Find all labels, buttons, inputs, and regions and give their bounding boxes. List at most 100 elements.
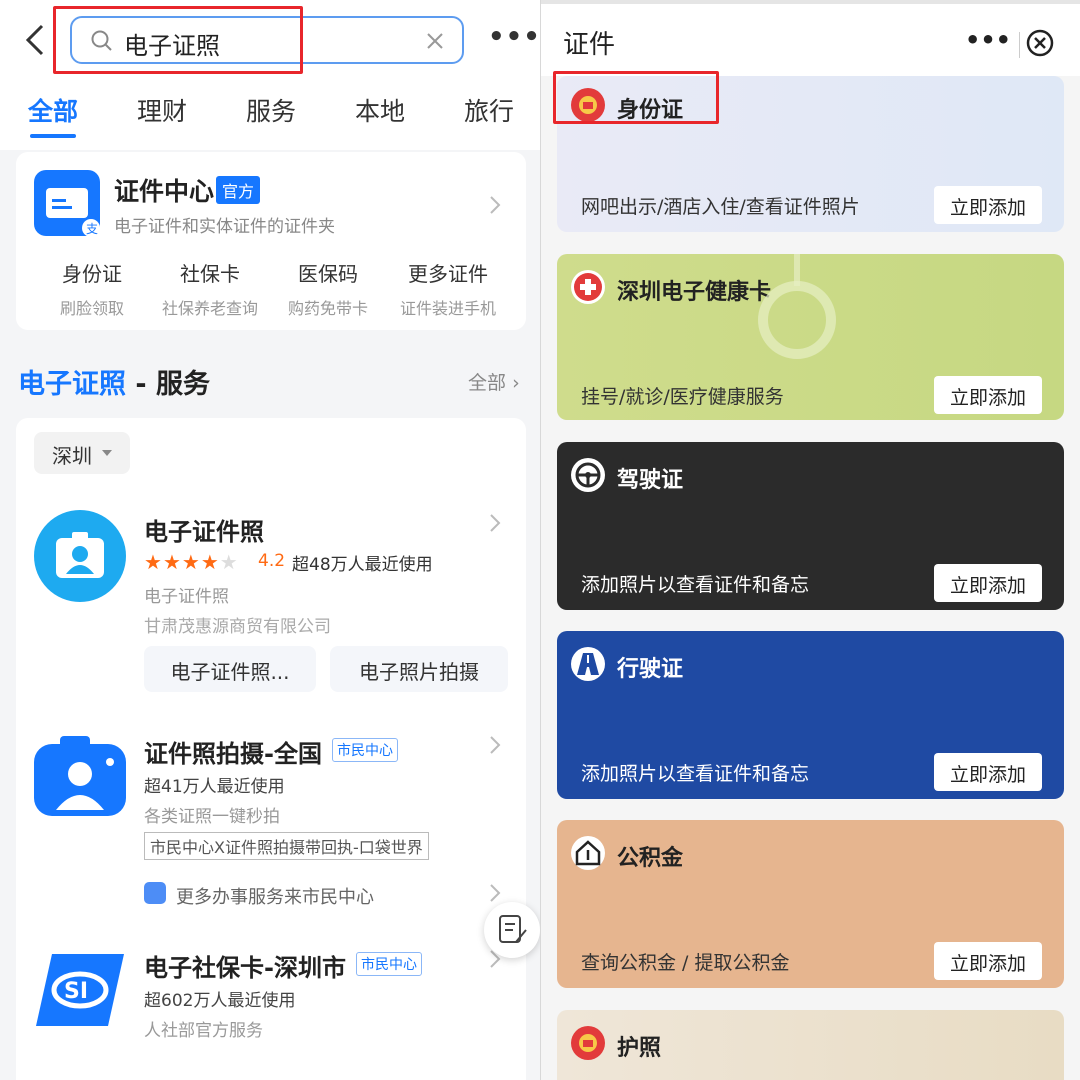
cert-item-sub: 购药免带卡 <box>287 299 368 318</box>
chevron-right-icon <box>490 884 501 902</box>
feedback-button[interactable] <box>484 902 540 958</box>
app-title[interactable]: 电子社保卡-深圳市 <box>144 948 346 983</box>
star-icon: ★ <box>200 550 219 574</box>
cert-item-title: 医保码 <box>298 262 358 286</box>
citizen-center-icon <box>144 882 166 904</box>
card-housing-fund[interactable]: 公积金 查询公积金 / 提取公积金 立即添加 <box>557 820 1064 988</box>
card-description: 挂号/就诊/医疗健康服务 <box>581 386 784 408</box>
cert-item-medical-code[interactable]: 医保码 购药免带卡 <box>268 258 388 319</box>
cert-item-sub: 证件装进手机 <box>399 299 496 318</box>
more-services-link[interactable]: 更多办事服务来市民中心 <box>176 883 374 909</box>
road-icon <box>571 647 605 681</box>
cert-item-sub: 刷脸领取 <box>59 299 124 318</box>
svg-text:支: 支 <box>86 222 98 236</box>
section-title-rest: - 服务 <box>126 369 211 400</box>
card-description: 添加照片以查看证件和备忘 <box>581 574 810 596</box>
header-separator <box>1019 32 1020 58</box>
category-tabs: 全部 理财 服务 本地 旅行 <box>0 88 540 138</box>
screenshot: 电子证照 ••• 全部 理财 服务 本地 旅行 支 证件中心 官方 电子证件和实… <box>0 0 1080 1080</box>
service-button-1[interactable]: 电子证件照... <box>144 646 316 692</box>
card-health[interactable]: 深圳电子健康卡 挂号/就诊/医疗健康服务 立即添加 <box>557 254 1064 420</box>
cert-item-title: 社保卡 <box>180 262 240 286</box>
camera-person-icon <box>34 736 126 816</box>
tab-services[interactable]: 服务 <box>246 92 296 128</box>
add-button[interactable]: 立即添加 <box>934 753 1042 791</box>
cert-item-title: 更多证件 <box>408 262 488 286</box>
section-all-link[interactable]: 全部 › <box>468 368 520 395</box>
card-driver-license[interactable]: 驾驶证 添加照片以查看证件和备忘 立即添加 <box>557 442 1064 610</box>
card-name: 公积金 <box>617 846 684 871</box>
city-label: 深圳 <box>52 444 92 468</box>
services-card: 深圳 电子证件照 ★★★★★ 4.2 超48万人最近使用 电子证件照 甘肃茂惠源… <box>16 418 526 1080</box>
chevron-right-icon: › <box>512 372 520 394</box>
rating-stars: ★★★★★ <box>144 550 239 574</box>
cert-center-title: 证件中心 <box>114 177 215 206</box>
add-button[interactable]: 立即添加 <box>934 942 1042 980</box>
camera-portrait-icon <box>34 510 126 602</box>
rating-value: 4.2 <box>258 551 286 571</box>
steering-wheel-icon <box>571 458 605 492</box>
usage-count: 超48万人最近使用 <box>292 555 433 575</box>
add-button[interactable]: 立即添加 <box>934 564 1042 602</box>
more-menu-button[interactable]: ••• <box>965 26 1011 54</box>
official-badge: 官方 <box>216 176 261 204</box>
card-name: 行驶证 <box>617 657 684 682</box>
cert-item-sub: 社保养老查询 <box>161 299 258 318</box>
card-vehicle-license[interactable]: 行驶证 添加照片以查看证件和备忘 立即添加 <box>557 631 1064 799</box>
section-all-label: 全部 <box>468 372 507 394</box>
app-description: 电子证件照 <box>144 587 229 607</box>
cert-item-title: 身份证 <box>62 262 122 286</box>
cert-center-card[interactable]: 支 证件中心 官方 电子证件和实体证件的证件夹 身份证 刷脸领取 社保卡 社保养… <box>16 152 526 330</box>
chinese-knot-watermark <box>758 254 836 359</box>
app-company: 甘肃茂惠源商贸有限公司 <box>144 617 331 637</box>
svg-text:SI: SI <box>64 979 88 1004</box>
card-description: 网吧出示/酒店入住/查看证件照片 <box>581 196 860 218</box>
tab-finance[interactable]: 理财 <box>137 92 187 128</box>
star-icon: ★ <box>181 550 200 574</box>
chevron-right-icon <box>490 514 501 532</box>
more-menu-button[interactable]: ••• <box>488 22 540 52</box>
search-results-panel: 电子证照 ••• 全部 理财 服务 本地 旅行 支 证件中心 官方 电子证件和实… <box>0 0 540 1080</box>
add-button[interactable]: 立即添加 <box>934 376 1042 414</box>
app-title[interactable]: 证件照拍摄-全国 <box>144 734 322 769</box>
certificates-panel: 证件 ••• 身份证 网吧出示/酒店入住/查看证件照片 立即添加 深圳电子健康卡… <box>541 0 1080 1080</box>
tab-all[interactable]: 全部 <box>28 92 78 128</box>
card-description: 添加照片以查看证件和备忘 <box>581 763 810 785</box>
cert-wallet-icon: 支 <box>34 170 100 237</box>
app-title[interactable]: 电子证件照 <box>144 512 264 547</box>
add-button[interactable]: 立即添加 <box>934 186 1042 224</box>
star-empty-icon: ★ <box>219 550 238 574</box>
caret-down-icon <box>102 450 112 456</box>
house-icon <box>571 836 605 870</box>
cert-center-subtitle: 电子证件和实体证件的证件夹 <box>114 217 335 237</box>
clipboard-edit-icon <box>499 915 527 943</box>
search-highlight-box <box>53 6 303 74</box>
id-card-highlight-box <box>553 71 719 124</box>
card-name: 护照 <box>617 1036 662 1061</box>
app-description: 人社部官方服务 <box>144 1021 263 1041</box>
tab-travel[interactable]: 旅行 <box>464 92 514 128</box>
city-selector[interactable]: 深圳 <box>34 432 130 474</box>
page-title: 证件 <box>563 30 616 60</box>
section-title-highlight: 电子证照 <box>18 369 126 400</box>
citizen-center-tag: 市民中心 <box>356 952 422 976</box>
chevron-right-icon <box>490 196 501 214</box>
cert-item-more[interactable]: 更多证件 证件装进手机 <box>388 258 508 319</box>
card-passport[interactable]: 护照 <box>557 1010 1064 1080</box>
chevron-right-icon <box>490 736 501 754</box>
search-header: 电子证照 ••• 全部 理财 服务 本地 旅行 <box>0 0 540 150</box>
cert-item-social-card[interactable]: 社保卡 社保养老查询 <box>150 258 270 319</box>
card-name: 驾驶证 <box>617 468 684 493</box>
card-description: 查询公积金 / 提取公积金 <box>581 952 790 974</box>
section-title: 电子证照 - 服务 <box>18 362 210 401</box>
social-security-icon: SI <box>36 954 124 1026</box>
service-button-2[interactable]: 电子照片拍摄 <box>330 646 508 692</box>
tab-local[interactable]: 本地 <box>355 92 405 128</box>
back-arrow-icon[interactable] <box>22 22 52 58</box>
close-icon[interactable] <box>1025 28 1055 58</box>
cert-item-id-card[interactable]: 身份证 刷脸领取 <box>32 258 152 319</box>
red-cross-icon <box>571 270 605 304</box>
usage-count: 超41万人最近使用 <box>144 777 285 797</box>
clear-icon[interactable] <box>424 30 446 52</box>
usage-count: 超602万人最近使用 <box>144 991 296 1011</box>
